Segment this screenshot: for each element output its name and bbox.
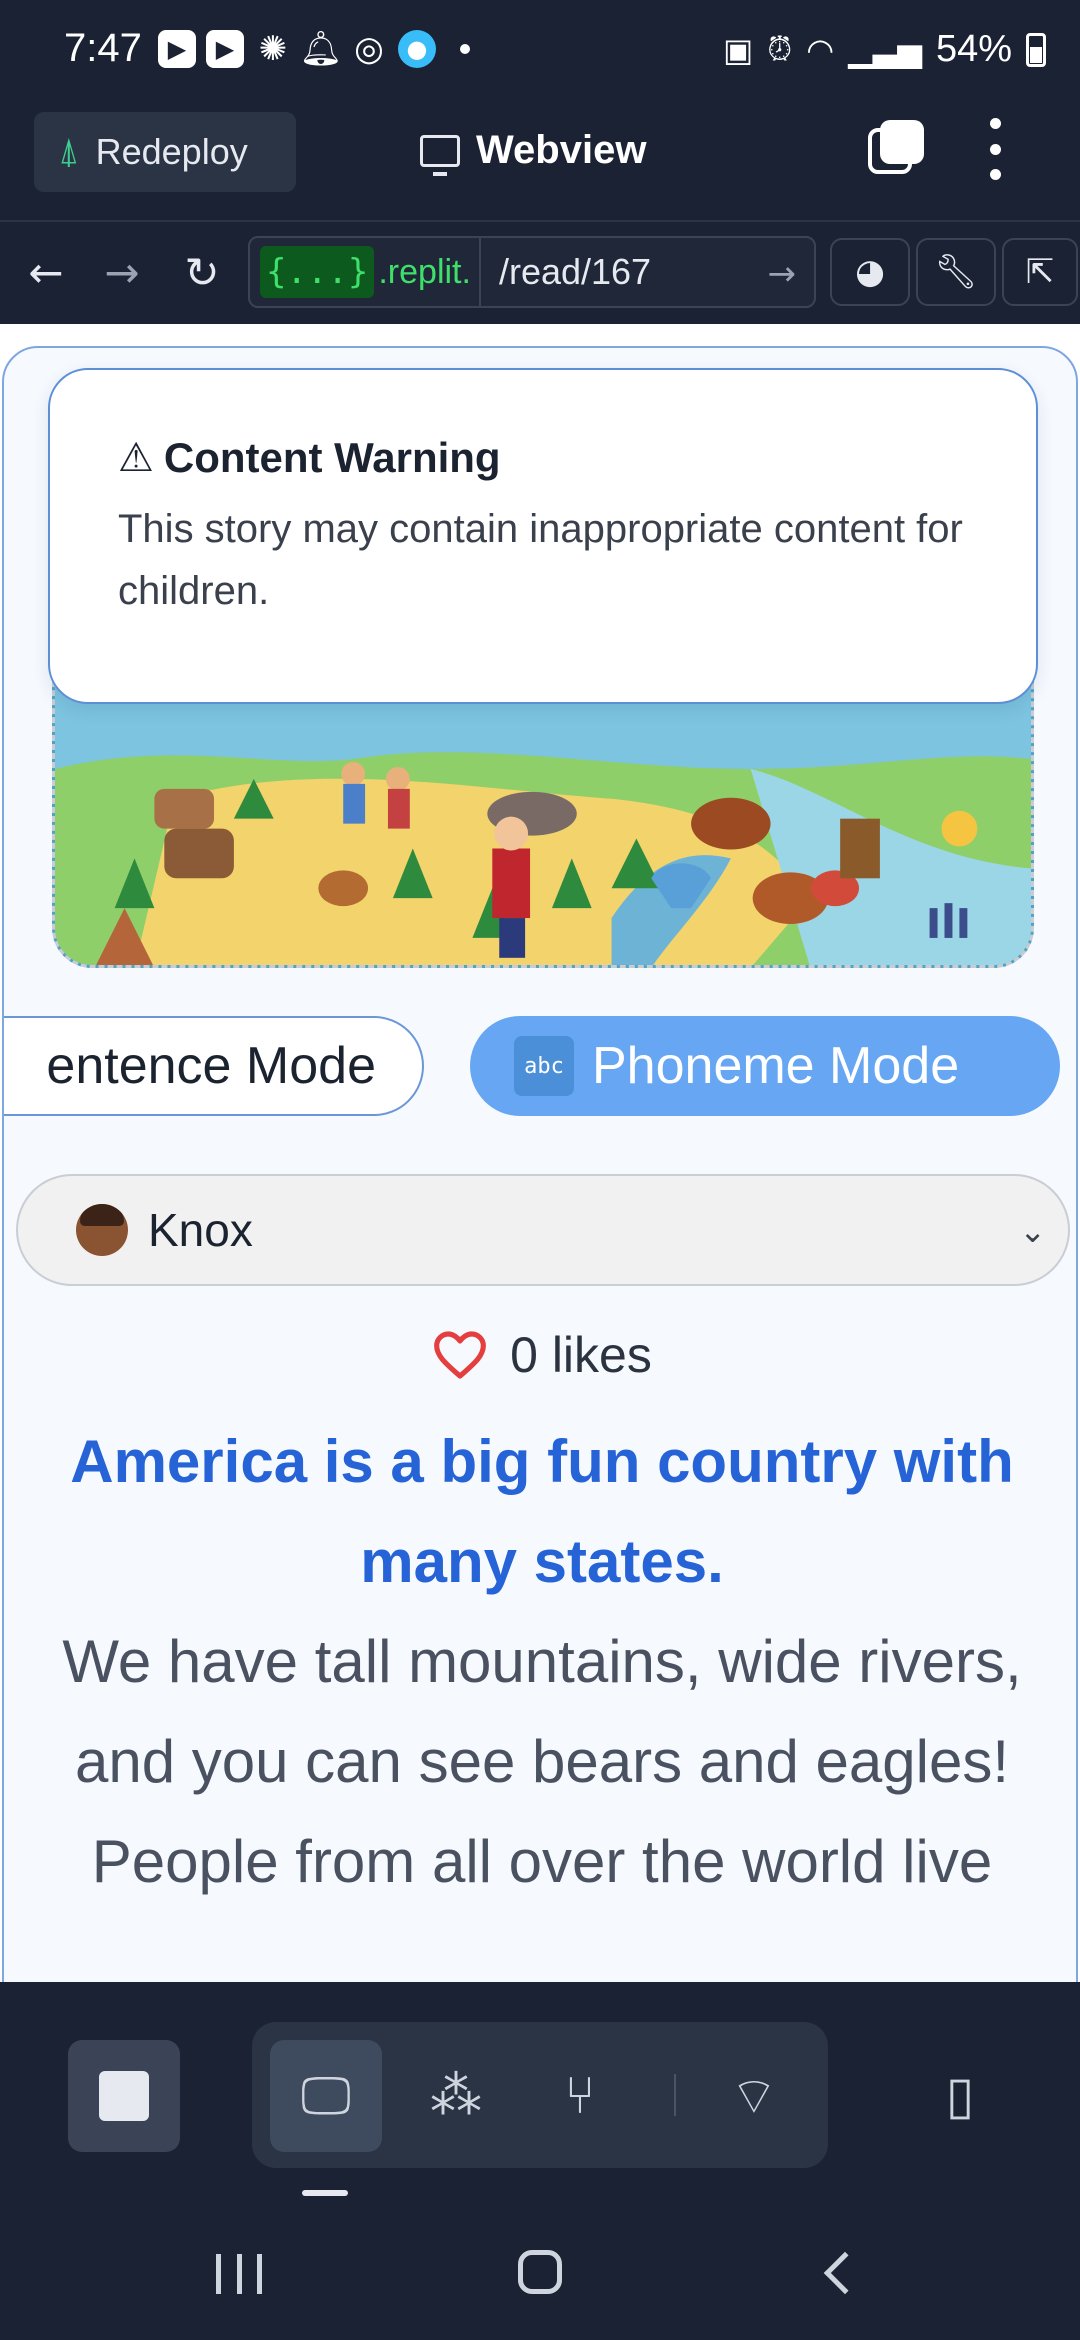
workspace-toolbar: 🖵 ⁂ ⑂ ⌔ ▯	[0, 1982, 1080, 2202]
monitor-icon	[420, 134, 460, 176]
pane-title-label: Webview	[476, 128, 647, 172]
palette-icon[interactable]: ◕	[830, 238, 910, 306]
grid-tab-icon[interactable]: ⁂	[400, 2040, 512, 2152]
redeploy-label: Redeploy	[95, 131, 248, 172]
battery-percent: 54%	[935, 28, 1012, 70]
heart-icon[interactable]	[432, 1327, 488, 1383]
home-icon[interactable]	[518, 2250, 562, 2294]
forward-arrow-icon[interactable]: →	[92, 242, 152, 302]
abc-icon: abc	[514, 1036, 574, 1096]
warning-message: This story may contain inappropriate con…	[118, 507, 963, 613]
go-arrow-icon[interactable]: →	[768, 254, 797, 294]
stop-icon	[99, 2071, 149, 2121]
more-menu-icon[interactable]	[980, 118, 1010, 180]
phoneme-mode-label: Phoneme Mode	[592, 1037, 960, 1095]
active-tab-indicator	[302, 2190, 348, 2196]
url-divider	[478, 236, 481, 308]
instagram-icon: ◎	[354, 29, 384, 69]
pane-title: Webview	[420, 128, 647, 176]
system-nav-bar	[0, 2202, 1080, 2340]
chevron-down-icon: ⌄	[1019, 1212, 1046, 1250]
signal-icon: ▁▃▅	[848, 31, 922, 68]
git-branch-icon[interactable]: ⑂	[524, 2040, 636, 2152]
youtube-icon: ▶	[206, 30, 244, 68]
youtube-icon: ▶	[158, 30, 196, 68]
open-external-icon[interactable]: ⇱	[1002, 238, 1078, 306]
story-sentence[interactable]: We have tall mountains, wide rivers, and…	[34, 1612, 1050, 1812]
more-notifications-dot	[460, 44, 470, 54]
phoneme-mode-button[interactable]: abc Phoneme Mode	[470, 1016, 1060, 1116]
likes-count: 0 likes	[510, 1327, 652, 1383]
active-sentence[interactable]: America is a big fun country with many s…	[34, 1412, 1050, 1612]
redeploy-button[interactable]: ⍋ Redeploy	[34, 112, 296, 192]
url-path[interactable]: /read/167	[499, 251, 651, 293]
back-arrow-icon[interactable]: ←	[16, 242, 76, 302]
deploy-icon: ⍋	[58, 131, 80, 172]
warning-title: ⚠ Content Warning	[118, 434, 1036, 482]
url-host-badge: {...}	[260, 246, 375, 298]
likes-row: 0 likes	[4, 1326, 1076, 1384]
reader-name: Knox	[148, 1204, 253, 1256]
webview-tab-icon[interactable]: 🖵	[270, 2040, 382, 2152]
child-avatar-icon	[76, 1204, 128, 1256]
reader-select[interactable]: Knox ⌄	[16, 1174, 1070, 1286]
bell-icon: 🔔︎	[299, 29, 343, 69]
battery-icon	[1026, 32, 1046, 67]
warning-title-text: Content Warning	[163, 434, 501, 481]
story-sentence[interactable]: People from all over the world live	[34, 1812, 1050, 1912]
url-input[interactable]: {...} .replit. /read/167 →	[248, 236, 816, 308]
pane-switcher: 🖵 ⁂ ⑂ ⌔	[252, 2022, 828, 2168]
reload-icon[interactable]: ↻	[172, 242, 232, 302]
split-panel-icon[interactable]: ▯	[920, 2040, 1000, 2152]
url-toolbar: ← → ↻ {...} .replit. /read/167 → ◕ 🔧︎ ⇱	[0, 220, 1080, 324]
status-right: ▣ ⏰︎ ◠ ▁▃▅ 54%	[723, 28, 1046, 71]
shell-icon[interactable]: ⌔	[698, 2040, 810, 2152]
toolbar-divider	[674, 2074, 676, 2116]
story-text: America is a big fun country with many s…	[34, 1412, 1050, 1912]
back-icon[interactable]	[823, 2251, 867, 2295]
recent-apps-icon[interactable]	[216, 2254, 262, 2294]
wifi-icon: ◠	[806, 31, 835, 68]
sentence-mode-button[interactable]: entence Mode	[4, 1016, 424, 1116]
app-icon: ✺	[258, 29, 288, 69]
status-time: 7:47	[64, 26, 142, 70]
status-bar: 7:47 ▶ ▶ ✺ 🔔︎ ◎ ● ▣ ⏰︎ ◠ ▁▃▅ 54%	[0, 0, 1080, 100]
location-icon: ●	[398, 30, 436, 68]
wrench-icon[interactable]: 🔧︎	[916, 238, 996, 306]
battery-saver-icon: ▣	[722, 31, 754, 68]
stop-button[interactable]	[68, 2040, 180, 2152]
warning-triangle-icon: ⚠	[118, 436, 154, 480]
webview: ⚠ Content Warning This story may contain…	[0, 324, 1080, 1982]
url-host: .replit.	[378, 252, 471, 291]
tabs-icon[interactable]	[868, 120, 924, 176]
notification-icons: ▶ ▶ ✺ 🔔︎ ◎ ●	[158, 29, 470, 69]
content-warning-card: ⚠ Content Warning This story may contain…	[48, 368, 1038, 704]
app-header: ⍋ Redeploy Webview	[0, 100, 1080, 220]
story-card: ⚠ Content Warning This story may contain…	[2, 346, 1078, 1982]
alarm-icon: ⏰︎	[767, 30, 793, 67]
sentence-mode-label: entence Mode	[46, 1037, 376, 1095]
